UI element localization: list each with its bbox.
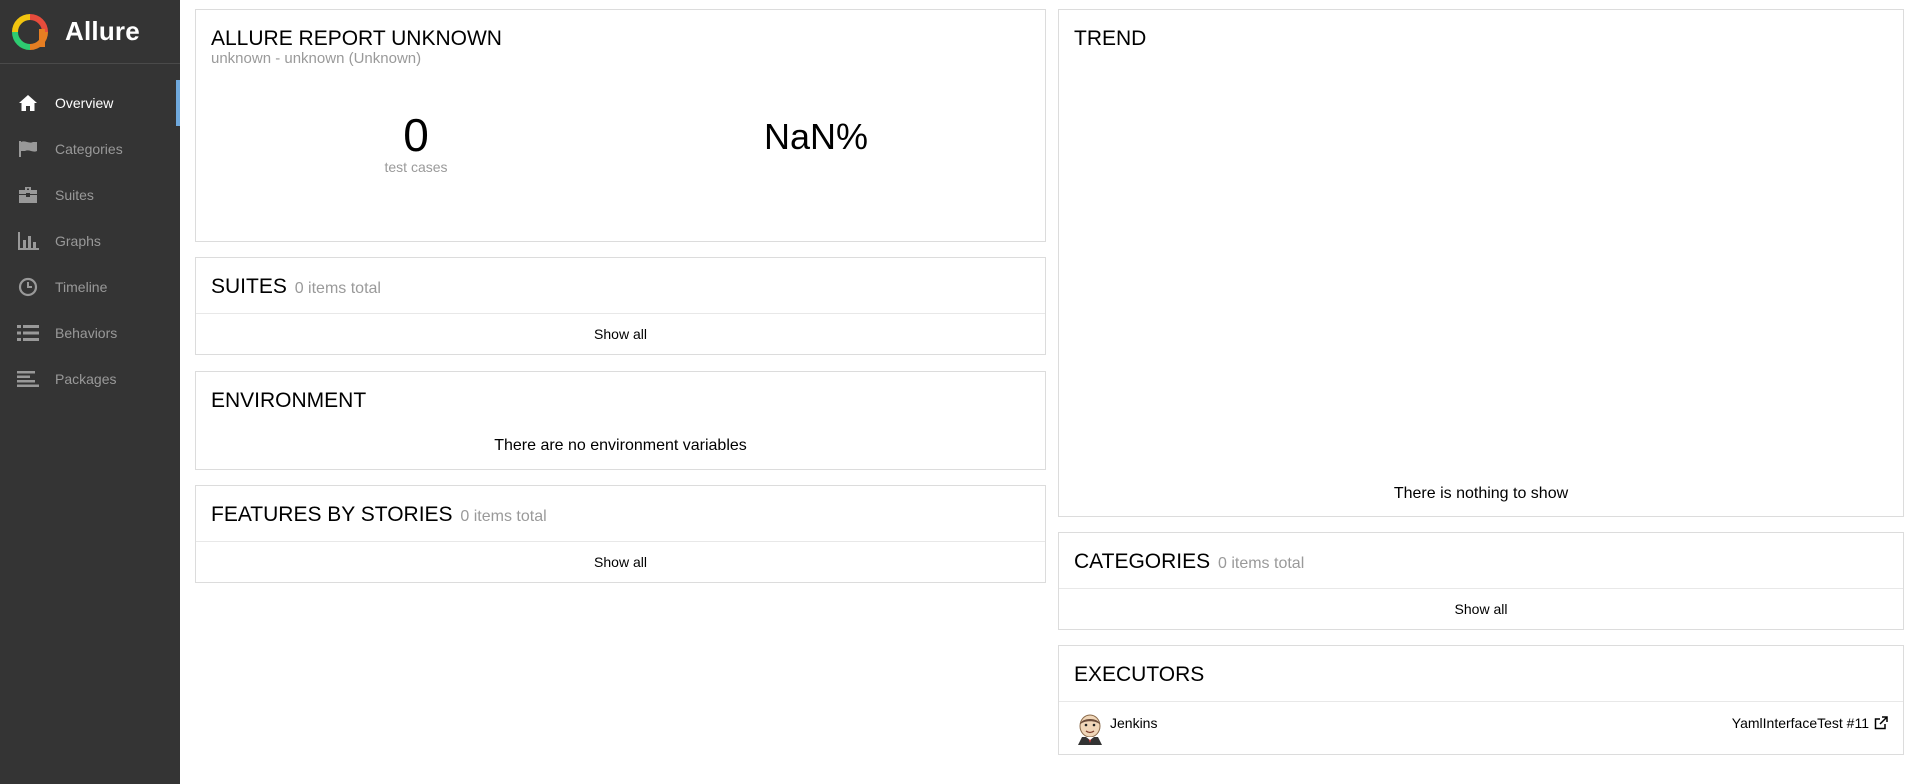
brand[interactable]: Allure <box>0 0 180 64</box>
summary-widget: ALLURE REPORT UNKNOWN unknown - unknown … <box>195 9 1046 242</box>
categories-widget: CATEGORIES 0 items total Show all <box>1058 532 1904 630</box>
suites-title: SUITES 0 items total <box>211 275 381 299</box>
briefcase-icon <box>17 185 39 205</box>
sidebar-item-graphs[interactable]: Graphs <box>0 218 180 264</box>
home-icon <box>17 93 39 113</box>
sidebar: Allure Overview Categories Suites Graphs <box>0 0 180 784</box>
sidebar-item-categories[interactable]: Categories <box>0 126 180 172</box>
categories-count: 0 items total <box>1217 555 1305 572</box>
sidebar-item-label: Packages <box>55 371 117 387</box>
sidebar-item-label: Overview <box>55 95 114 111</box>
executor-name: Jenkins <box>1110 715 1158 731</box>
executor-row: Jenkins YamlInterfaceTest #11 <box>1059 701 1903 751</box>
environment-title: ENVIRONMENT <box>211 389 367 412</box>
sidebar-item-overview[interactable]: Overview <box>0 80 180 126</box>
sidebar-item-timeline[interactable]: Timeline <box>0 264 180 310</box>
allure-logo-icon <box>12 13 48 50</box>
features-count: 0 items total <box>460 508 547 525</box>
suites-title-text: SUITES <box>211 275 287 298</box>
clock-icon <box>17 277 39 297</box>
executors-widget: EXECUTORS Jenkins YamlInterfaceTest #11 <box>1058 645 1904 755</box>
executors-title: EXECUTORS <box>1074 663 1205 686</box>
executor-build-link[interactable]: YamlInterfaceTest #11 <box>1732 715 1888 731</box>
brand-name: Allure <box>65 16 140 46</box>
sidebar-item-label: Suites <box>55 187 94 203</box>
suites-widget: SUITES 0 items total Show all <box>195 257 1046 355</box>
bar-chart-icon <box>17 231 39 251</box>
trend-title: TREND <box>1074 27 1147 50</box>
features-widget: FEATURES BY STORIES 0 items total Show a… <box>195 485 1046 583</box>
sidebar-item-packages[interactable]: Packages <box>0 356 180 402</box>
sidebar-item-behaviors[interactable]: Behaviors <box>0 310 180 356</box>
features-title-text: FEATURES BY STORIES <box>211 503 453 526</box>
sidebar-nav: Overview Categories Suites Graphs Timeli… <box>0 80 180 402</box>
sidebar-item-label: Graphs <box>55 233 101 249</box>
list-icon <box>17 323 39 343</box>
features-show-all-button[interactable]: Show all <box>196 554 1045 570</box>
trend-widget: TREND There is nothing to show <box>1058 9 1904 517</box>
report-subtitle: unknown - unknown (Unknown) <box>211 50 422 67</box>
categories-title: CATEGORIES 0 items total <box>1074 550 1304 574</box>
align-left-icon <box>17 369 39 389</box>
success-rate: NaN% <box>763 116 869 157</box>
categories-show-all-button[interactable]: Show all <box>1059 601 1903 617</box>
report-title: ALLURE REPORT UNKNOWN <box>211 27 502 50</box>
suites-show-all-button[interactable]: Show all <box>196 326 1045 342</box>
test-case-label: test cases <box>384 159 448 175</box>
sidebar-item-label: Categories <box>55 141 123 157</box>
environment-widget: ENVIRONMENT There are no environment var… <box>195 371 1046 470</box>
executor-build-text: YamlInterfaceTest #11 <box>1731 715 1869 731</box>
features-title: FEATURES BY STORIES 0 items total <box>211 503 547 527</box>
flag-icon <box>17 139 39 159</box>
jenkins-avatar-icon <box>1078 714 1102 745</box>
categories-title-text: CATEGORIES <box>1074 550 1211 573</box>
environment-empty-message: There are no environment variables <box>494 437 747 454</box>
test-case-count: 0 <box>403 109 429 161</box>
trend-empty-message: There is nothing to show <box>1393 485 1569 502</box>
sidebar-item-suites[interactable]: Suites <box>0 172 180 218</box>
suites-count: 0 items total <box>294 280 381 297</box>
external-link-icon <box>1874 716 1888 730</box>
sidebar-item-label: Behaviors <box>55 325 118 341</box>
sidebar-item-label: Timeline <box>55 279 108 295</box>
